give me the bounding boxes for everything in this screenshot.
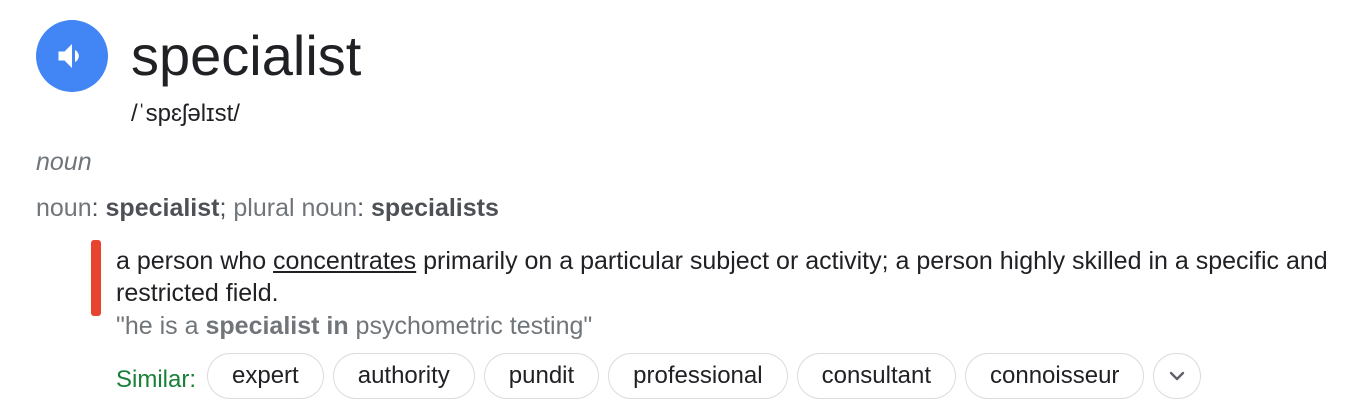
- forms-plural-label: plural noun: [233, 194, 358, 222]
- example-highlight: specialist in: [205, 312, 349, 340]
- similar-chip-authority[interactable]: authority: [332, 353, 475, 399]
- definition-text: a person who concentrates primarily on a…: [116, 245, 1336, 309]
- definition-part-1: a person who: [116, 247, 274, 275]
- similar-chip-connoisseur[interactable]: connoisseur: [965, 353, 1145, 399]
- similar-chip-professional[interactable]: professional: [608, 353, 788, 399]
- example-part-1: "he is a: [116, 312, 206, 340]
- similar-chip-consultant[interactable]: consultant: [796, 353, 956, 399]
- definition-link-concentrates[interactable]: concentrates: [273, 247, 416, 275]
- definition-accent-bar: [91, 240, 101, 316]
- volume-up-icon: [58, 44, 79, 68]
- headword: specialist: [131, 24, 362, 87]
- similar-chip-expert[interactable]: expert: [207, 353, 324, 399]
- similar-label: Similar:: [116, 366, 197, 393]
- similar-chip-pundit[interactable]: pundit: [483, 353, 600, 399]
- forms-separator: ;: [219, 194, 227, 222]
- forms-plural: specialists: [371, 194, 499, 222]
- word-forms: noun: specialist; plural noun: specialis…: [36, 194, 499, 222]
- example-part-2: psychometric testing": [348, 312, 593, 340]
- phonetic-spelling: /ˈspɛʃəlɪst/: [131, 100, 240, 127]
- more-similar-button[interactable]: [1153, 353, 1202, 399]
- usage-example: "he is a specialist in psychometric test…: [116, 310, 592, 342]
- part-of-speech: noun: [36, 148, 92, 176]
- similar-words-row: Similar: expert authority pundit profess…: [116, 352, 1202, 400]
- chevron-down-icon: [1170, 371, 1185, 381]
- forms-singular: specialist: [105, 194, 220, 222]
- forms-pos-label: noun: [36, 194, 92, 222]
- pronunciation-speaker-button[interactable]: [36, 20, 108, 92]
